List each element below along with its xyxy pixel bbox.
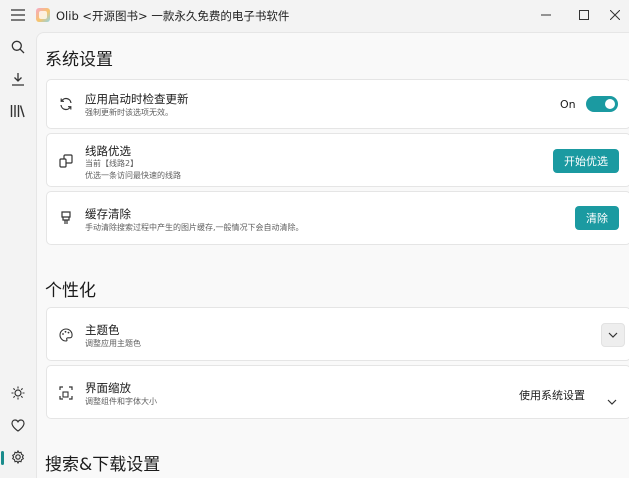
section-title-system: 系统设置 <box>45 50 113 70</box>
heart-icon[interactable] <box>7 414 29 436</box>
cache-card: 缓存清除 手动清除搜索过程中产生的图片缓存,一般情况下会自动清除。 清除 <box>46 191 629 245</box>
library-icon[interactable] <box>7 100 29 122</box>
chevron-down-icon[interactable] <box>607 390 617 405</box>
scale-card: 界面缩放 调整组件和字体大小 使用系统设置 <box>46 365 629 419</box>
gear-icon[interactable] <box>7 446 29 468</box>
route-icon <box>57 152 75 170</box>
settings-content[interactable]: 系统设置 应用启动时检查更新 强制更新时该选项无效。 On 线路优选 当前【线路… <box>36 32 629 478</box>
palette-icon <box>57 326 75 344</box>
section-title-personalize: 个性化 <box>45 281 96 301</box>
update-check-card: 应用启动时检查更新 强制更新时该选项无效。 On <box>46 79 629 129</box>
theme-color-subtitle: 调整应用主题色 <box>85 339 141 348</box>
search-icon[interactable] <box>7 36 29 58</box>
app-logo-icon <box>36 8 50 22</box>
download-icon[interactable] <box>7 68 29 90</box>
start-optimize-button[interactable]: 开始优选 <box>553 149 619 173</box>
broom-icon <box>57 209 75 227</box>
active-nav-indicator <box>1 451 4 465</box>
theme-color-expand-button[interactable] <box>601 323 625 347</box>
scale-icon <box>57 384 75 402</box>
sun-icon[interactable] <box>7 382 29 404</box>
close-button[interactable] <box>596 0 629 30</box>
cache-title: 缓存清除 <box>85 207 131 221</box>
route-subtitle: 优选一条访问最快速的线路 <box>85 171 181 180</box>
window-title: Olib <开源图书> 一款永久免费的电子书软件 <box>56 9 290 23</box>
update-check-title: 应用启动时检查更新 <box>85 92 189 106</box>
toggle-state-label: On <box>560 98 576 111</box>
route-card: 线路优选 当前【线路2】 优选一条访问最快速的线路 开始优选 <box>46 133 629 187</box>
scale-subtitle: 调整组件和字体大小 <box>85 397 157 406</box>
clear-cache-button[interactable]: 清除 <box>575 206 619 230</box>
update-check-toggle[interactable] <box>586 96 618 112</box>
section-title-search-download: 搜索&下载设置 <box>45 455 161 475</box>
minimize-button[interactable] <box>527 0 565 30</box>
theme-color-title: 主题色 <box>85 323 120 337</box>
chevron-down-icon <box>608 332 618 338</box>
route-current: 当前【线路2】 <box>85 159 139 168</box>
title-bar: Olib <开源图书> 一款永久免费的电子书软件 <box>0 0 629 32</box>
route-title: 线路优选 <box>85 144 131 158</box>
sync-icon <box>57 95 75 113</box>
theme-color-card: 主题色 调整应用主题色 <box>46 307 629 361</box>
scale-title: 界面缩放 <box>85 381 131 395</box>
menu-icon[interactable] <box>9 6 27 24</box>
scale-select-value[interactable]: 使用系统设置 <box>519 387 585 403</box>
update-check-subtitle: 强制更新时该选项无效。 <box>85 108 173 117</box>
cache-subtitle: 手动清除搜索过程中产生的图片缓存,一般情况下会自动清除。 <box>85 223 304 232</box>
toggle-knob <box>605 99 615 109</box>
